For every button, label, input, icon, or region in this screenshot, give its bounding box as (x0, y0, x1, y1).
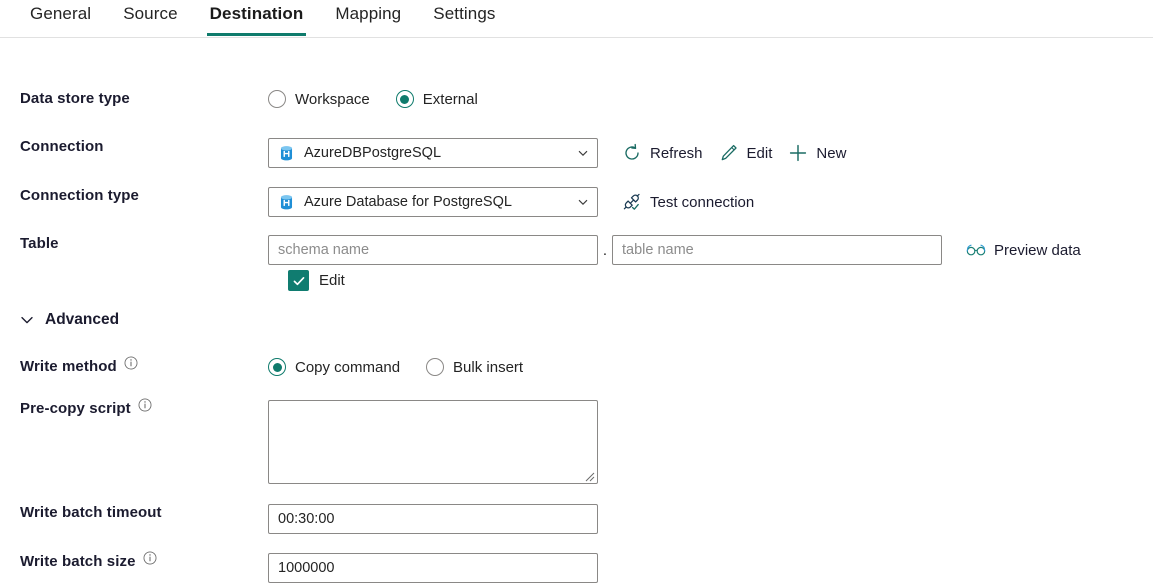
label-text: Connection type (20, 187, 140, 204)
checkbox-checked-icon (288, 270, 309, 291)
label-write-method: Write method (0, 356, 268, 375)
chevron-down-icon (21, 316, 33, 324)
tab-destination[interactable]: Destination (194, 0, 320, 36)
refresh-icon (625, 143, 639, 160)
row-connection-type: Connection type Azure Database for Postg… (0, 187, 1153, 217)
info-icon[interactable] (138, 398, 152, 412)
write-batch-size-input[interactable]: 1000000 (268, 553, 598, 583)
connection-type-value: Azure Database for PostgreSQL (304, 194, 512, 210)
label-text: Table (20, 235, 59, 252)
write-batch-timeout-input[interactable]: 00:30:00 (268, 504, 598, 534)
radio-label: Copy command (295, 358, 401, 376)
row-write-method: Write method Copy command Bulk insert (0, 356, 1153, 388)
preview-data-button[interactable]: Preview data (962, 237, 1093, 263)
radio-circle-icon (426, 358, 445, 376)
database-icon (280, 145, 293, 160)
table-separator: . (602, 241, 608, 259)
edit-checkbox-label: Edit (319, 272, 345, 289)
row-write-batch-size: Write batch size 1000000 (0, 551, 1153, 583)
label-connection-type: Connection type (0, 187, 268, 204)
radio-copy-command[interactable]: Copy command (268, 358, 400, 376)
row-pre-copy-script: Pre-copy script (0, 398, 1153, 484)
resize-handle-icon[interactable] (583, 470, 595, 482)
checkmark-icon (293, 276, 304, 285)
info-icon[interactable] (124, 356, 138, 370)
label-data-store-type: Data store type (0, 90, 268, 107)
edit-connection-button[interactable]: Edit (715, 140, 785, 166)
destination-form: Data store type Workspace External Conne… (0, 38, 1153, 583)
label-text: Connection (20, 138, 104, 155)
label-write-batch-timeout: Write batch timeout (0, 504, 268, 521)
connection-type-dropdown[interactable]: Azure Database for PostgreSQL (268, 187, 598, 217)
database-icon (280, 194, 293, 209)
chevron-down-icon (578, 199, 588, 205)
label-text: Write batch size (20, 553, 136, 570)
preview-data-label: Preview data (994, 241, 1081, 259)
label-write-batch-size: Write batch size (0, 551, 268, 570)
info-icon[interactable] (143, 551, 157, 565)
plug-check-icon (623, 193, 640, 210)
pre-copy-script-textarea[interactable] (268, 400, 598, 484)
test-connection-label: Test connection (650, 193, 755, 211)
edit-checkbox[interactable]: Edit (288, 270, 345, 291)
tab-general[interactable]: General (14, 0, 107, 36)
row-connection: Connection AzureDBPostgreSQL Refresh Edi… (0, 138, 1153, 168)
connection-type-actions: Test connection (618, 189, 766, 215)
label-text: Pre-copy script (20, 400, 131, 417)
table-actions: Preview data (962, 237, 1093, 263)
connection-dropdown[interactable]: AzureDBPostgreSQL (268, 138, 598, 168)
pencil-icon (721, 144, 737, 161)
tab-mapping[interactable]: Mapping (319, 0, 417, 36)
plus-icon (790, 144, 807, 162)
edit-checkbox-row: Edit (288, 270, 345, 291)
advanced-label: Advanced (45, 311, 120, 328)
label-text: Data store type (20, 90, 130, 107)
radio-bulk-insert[interactable]: Bulk insert (426, 358, 523, 376)
radio-label: Workspace (295, 90, 370, 108)
chevron-down-icon (578, 150, 588, 156)
label-pre-copy-script: Pre-copy script (0, 398, 268, 417)
connection-value: AzureDBPostgreSQL (304, 145, 442, 161)
edit-label: Edit (746, 144, 773, 162)
tab-source[interactable]: Source (107, 0, 193, 36)
new-label: New (816, 144, 847, 162)
advanced-section-header[interactable]: Advanced (20, 311, 119, 329)
label-connection: Connection (0, 138, 268, 155)
tab-settings[interactable]: Settings (417, 0, 511, 36)
refresh-button[interactable]: Refresh (618, 140, 715, 166)
new-connection-button[interactable]: New (784, 140, 858, 166)
connection-actions: Refresh Edit New (618, 140, 858, 166)
row-write-batch-timeout: Write batch timeout 00:30:00 (0, 504, 1153, 534)
radio-circle-filled-icon (395, 90, 414, 108)
schema-name-input[interactable]: schema name (268, 235, 598, 265)
radio-circle-icon (268, 90, 286, 108)
radio-circle-filled-icon (268, 358, 286, 376)
row-data-store-type: Data store type Workspace External (0, 90, 1153, 120)
label-text: Write batch timeout (20, 504, 162, 521)
label-text: Write method (20, 358, 117, 375)
radio-label: External (422, 90, 478, 108)
row-table: Table schema name . table name Preview d… (0, 235, 1153, 265)
glasses-icon (966, 244, 986, 256)
tab-bar: General Source Destination Mapping Setti… (0, 0, 1153, 38)
test-connection-button[interactable]: Test connection (618, 189, 766, 215)
radio-external[interactable]: External (395, 90, 478, 108)
radio-workspace[interactable]: Workspace (268, 90, 370, 108)
table-name-input[interactable]: table name (612, 235, 942, 265)
data-store-type-radio-group: Workspace External (268, 90, 478, 108)
label-table: Table (0, 235, 268, 252)
write-method-radio-group: Copy command Bulk insert (268, 358, 523, 376)
radio-label: Bulk insert (453, 358, 524, 376)
refresh-label: Refresh (650, 144, 703, 162)
